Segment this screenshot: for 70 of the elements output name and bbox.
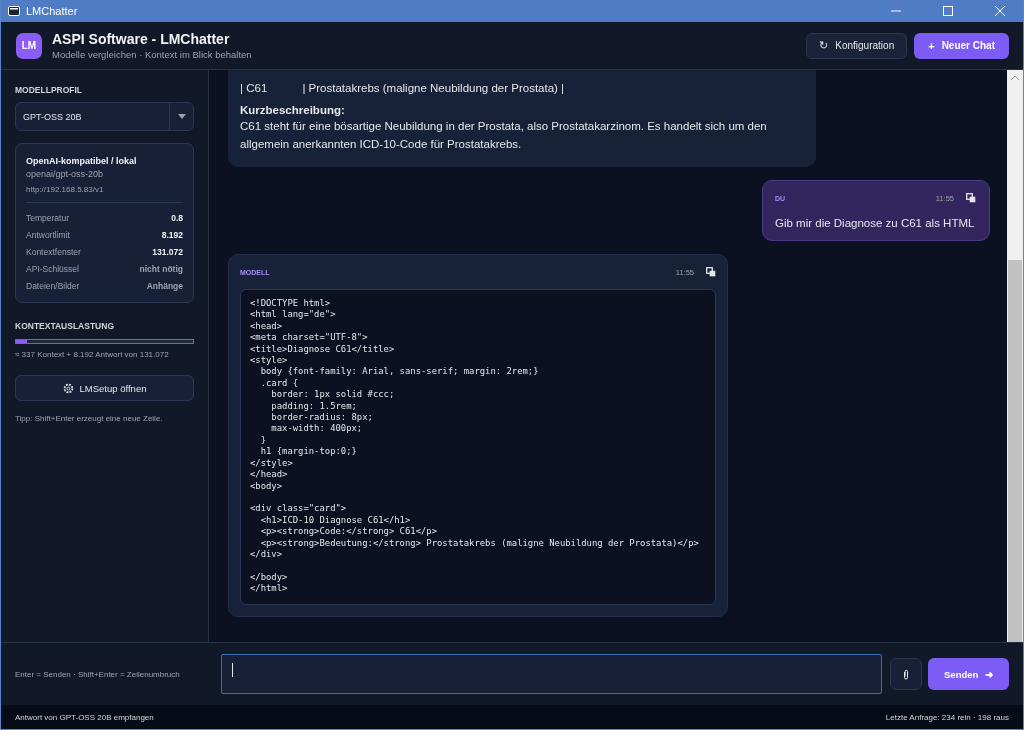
code-line: <div class="card">: [250, 503, 347, 515]
code-line: </body>: [250, 571, 288, 584]
setting-label: Temperatur: [26, 212, 69, 223]
context-usage: ≈ 337 Kontext + 8.192 Antwort von 131.072: [15, 350, 170, 359]
code-line: <title>Diagnose C61</title>: [250, 343, 395, 356]
setting-label: API-Schlüssel: [26, 263, 79, 274]
code-line: <h1>ICD-10 Diagnose C61</h1>: [259, 514, 411, 527]
code-line: padding: 1.5rem;: [270, 400, 357, 413]
code-line: border-radius: 8px;: [270, 412, 373, 424]
code-line: <meta charset="UTF-8">: [250, 332, 368, 344]
status-text: Antwort von GPT-OSS 20B empfangen: [15, 712, 154, 722]
paperclip-icon: [903, 668, 909, 680]
scrollbar[interactable]: [1007, 70, 1023, 642]
attach-button[interactable]: [890, 658, 922, 690]
request-stats: Letzte Anfrage: 234 rein · 198 raus: [885, 712, 1009, 722]
code-line: <html lang="de">: [250, 309, 336, 321]
app-title: ASPI Software - LMChatter: [52, 31, 231, 47]
setting-value: 8.192: [161, 229, 183, 240]
code-line: <body>: [250, 480, 283, 492]
code-line: <head>: [250, 320, 283, 333]
model-id: openai/gpt-oss-20b: [26, 169, 105, 179]
code-line: body {font-family: Arial, sans-serif; margin: 2rem;}: [259, 366, 539, 378]
code-line: border: 1px solid #ccc;: [270, 389, 395, 401]
setting-value: 0.8: [171, 212, 183, 223]
code-line: <!DOCTYPE html>: [250, 298, 331, 310]
code-line: max-width: 400px;: [270, 423, 363, 435]
code-line: <p><strong>Code:</strong> C61</p>: [259, 526, 437, 538]
setting-value: nicht nötig: [139, 263, 183, 274]
code-line: </div>: [250, 548, 283, 561]
setting-value: Anhänge: [146, 280, 183, 291]
copy-icon[interactable]: [966, 193, 976, 203]
copy-icon[interactable]: [706, 267, 716, 277]
code-line: .card {: [259, 377, 299, 390]
maximize-icon[interactable]: [943, 6, 953, 16]
code-line: }: [259, 434, 267, 447]
setting-label: Dateien/Bilder: [26, 280, 80, 291]
code-line: </head>: [250, 469, 288, 481]
setting-label: Antwortlimit: [26, 229, 70, 240]
code-line: <p><strong>Bedeutung:</strong> Prostatakrebs (maligne Neubildung der Prostata)</p>: [259, 537, 699, 549]
app-icon: [8, 6, 20, 16]
shortcut-hint: Enter = Senden · Shift+Enter = Zeilenumbruch: [15, 669, 181, 679]
scroll-up-icon[interactable]: [1011, 75, 1019, 80]
section-label: MODELLPROFIL: [15, 85, 84, 95]
setting-label: Kontextfenster: [26, 246, 81, 257]
gear-icon: [62, 382, 74, 394]
code-line: <style>: [250, 355, 288, 367]
table-row-text: | C61 | Prostatakrebs (maligne Neubildung der Prostata) |: [240, 82, 566, 94]
scrollbar-thumb[interactable]: [1008, 260, 1022, 642]
window-title: LMChatter: [26, 5, 78, 17]
app-subtitle: Modelle vergleichen · Kontext im Blick behalten: [52, 49, 252, 60]
message-heading: Kurzbeschreibung:: [240, 104, 346, 116]
app-logo: LM: [16, 32, 42, 59]
message-text: C61 steht für eine bösartige Neubildung in der Prostata, also Prostatakarzinom. Es handelt sich um den allgemein anerkannten ICD-10-Code für Prostatakrebs.: [240, 119, 768, 152]
card-title: OpenAI-kompatibel / lokal: [26, 156, 138, 166]
caret-icon: [178, 114, 186, 119]
send-button[interactable]: Senden ➜: [928, 658, 1009, 690]
section-label: KONTEXTAUSLASTUNG: [15, 321, 115, 331]
new-chat-button[interactable]: + Neuer Chat: [914, 32, 1009, 59]
code-line: h1 {margin-top:0;}: [259, 446, 357, 458]
message-input[interactable]: [221, 654, 882, 694]
tip-text: Tipp: Shift+Enter erzeugt eine neue Zeile.: [15, 414, 164, 423]
endpoint-url: http://192.168.5.83/v1: [26, 185, 105, 194]
setting-value: 131.072: [152, 246, 183, 257]
code-line: </style>: [250, 457, 293, 470]
close-icon[interactable]: [995, 6, 1005, 16]
code-line: </html>: [250, 583, 288, 595]
config-button[interactable]: ↻ Konfiguration: [806, 32, 908, 59]
model-select[interactable]: GPT-OSS 20B: [15, 102, 194, 131]
message-text: Gib mir die Diagnose zu C61 als HTML: [775, 217, 976, 229]
setup-button[interactable]: LMSetup öffnen: [15, 375, 194, 401]
